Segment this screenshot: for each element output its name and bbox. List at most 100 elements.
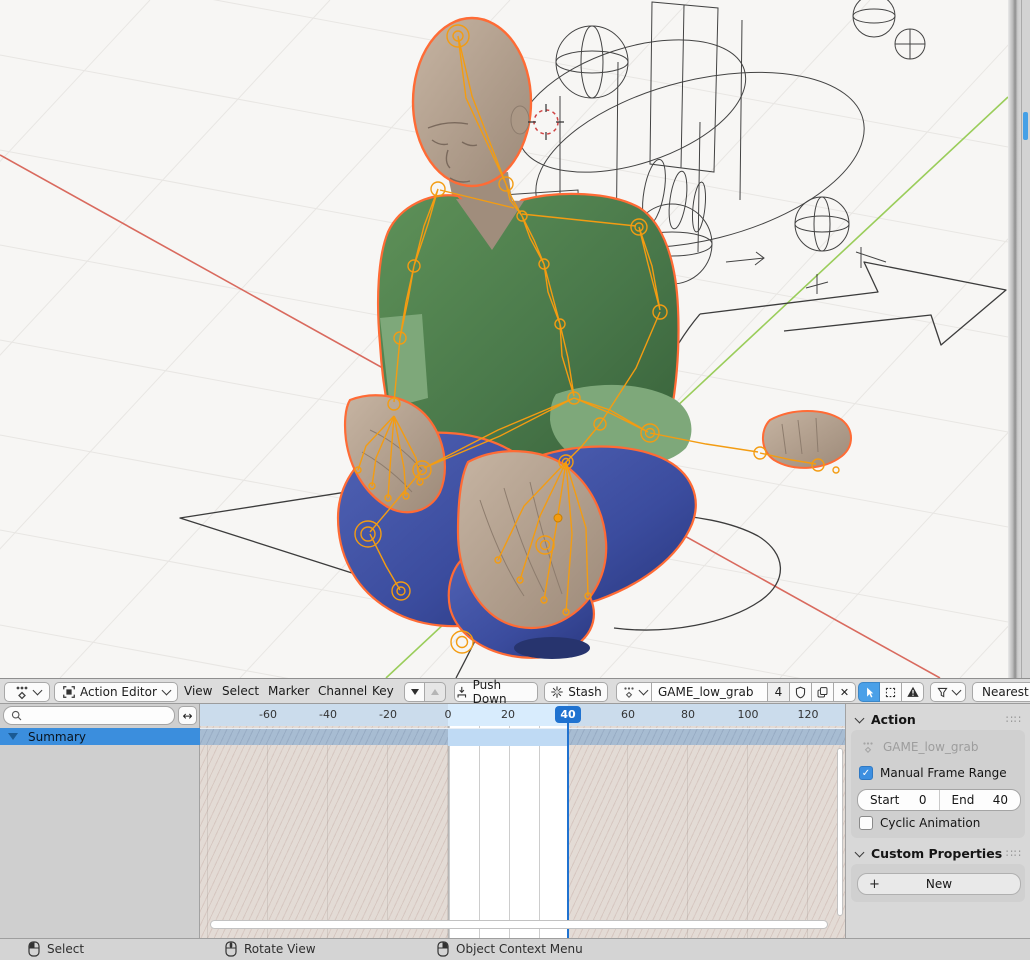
push-down-label: Push Down xyxy=(473,678,537,706)
custom-properties-body: + New xyxy=(851,864,1025,902)
mouse-left-icon xyxy=(28,941,40,957)
push-down-icon xyxy=(455,685,469,699)
action-name-value: GAME_low_grab xyxy=(658,685,753,699)
chevron-down-icon xyxy=(162,686,172,696)
show-errors-filter-button[interactable] xyxy=(902,682,924,702)
summary-channel-row[interactable]: Summary xyxy=(0,728,200,745)
menu-key[interactable]: Key xyxy=(372,684,394,698)
vertical-scrollbar[interactable] xyxy=(837,748,843,916)
check-icon: ✓ xyxy=(862,768,870,779)
x-icon: ✕ xyxy=(840,686,849,699)
menu-channel[interactable]: Channel xyxy=(318,684,367,698)
character-mesh[interactable] xyxy=(338,18,851,659)
statusbar-rotate-hint: Rotate View xyxy=(225,941,316,957)
linked-action-name: GAME_low_grab xyxy=(883,740,978,754)
mode-dropdown-label: Action Editor xyxy=(80,685,159,699)
snap-dropdown[interactable]: Nearest F xyxy=(972,682,1030,702)
manual-frame-range-checkbox[interactable]: ✓ xyxy=(859,766,873,780)
funnel-icon xyxy=(936,686,949,699)
new-property-button[interactable]: + New xyxy=(857,873,1021,895)
mouse-middle-icon xyxy=(225,941,237,957)
show-hidden-filter-button[interactable] xyxy=(880,682,902,702)
chevron-down-icon xyxy=(638,686,648,696)
timeline-ruler[interactable]: -60 -40 -20 0 20 40 60 80 100 120 xyxy=(200,704,845,726)
custom-properties-title: Custom Properties xyxy=(871,846,1002,861)
action-panel-body: GAME_low_grab ✓ Manual Frame Range Start… xyxy=(851,730,1025,838)
playhead-frame-badge[interactable]: 40 xyxy=(555,706,581,723)
manual-frame-range-label: Manual Frame Range xyxy=(880,766,1007,780)
filter-dropdown-button[interactable] xyxy=(930,682,966,702)
cyclic-animation-label: Cyclic Animation xyxy=(880,816,980,830)
statusbar-context-menu-hint: Object Context Menu xyxy=(437,941,583,957)
custom-properties-panel-header[interactable]: Custom Properties xyxy=(856,846,1002,861)
cyclic-animation-checkbox[interactable] xyxy=(859,816,873,830)
dopesheet-keys-area[interactable]: -60 -40 -20 0 20 40 60 80 100 120 40 xyxy=(200,704,845,938)
status-bar: Select Rotate View Object Context Menu xyxy=(0,938,1030,960)
chevron-down-icon xyxy=(32,686,42,696)
ruler-tick: -20 xyxy=(379,708,397,721)
unlink-action-button[interactable]: ✕ xyxy=(834,682,856,702)
snap-label: Nearest F xyxy=(982,685,1030,699)
right-area-edge xyxy=(1021,0,1030,678)
fit-channels-button[interactable]: ↔ xyxy=(178,706,197,725)
start-frame-field[interactable]: Start 0 xyxy=(858,790,940,810)
copy-icon xyxy=(816,686,829,699)
ruler-tick: 60 xyxy=(621,708,635,721)
push-down-button[interactable]: Push Down xyxy=(454,682,538,702)
stash-snowflake-icon xyxy=(550,685,564,699)
summary-channel-label: Summary xyxy=(28,730,86,744)
magnifier-icon xyxy=(10,709,23,722)
action-icon xyxy=(622,685,636,699)
frame-range-fields: Start 0 End 40 xyxy=(857,789,1021,811)
ruler-tick: 80 xyxy=(681,708,695,721)
action-icon xyxy=(861,740,875,754)
stash-button[interactable]: Stash xyxy=(544,682,608,702)
menu-select[interactable]: Select xyxy=(222,684,259,698)
horizontal-scrollbar[interactable] xyxy=(210,920,828,929)
ruler-tick: 120 xyxy=(798,708,819,721)
3d-cursor-icon xyxy=(528,104,564,140)
new-action-button[interactable] xyxy=(812,682,834,702)
chevron-down-icon xyxy=(855,713,865,723)
chevron-down-icon xyxy=(855,847,865,857)
menu-view[interactable]: View xyxy=(184,684,212,698)
dopesheet-header: Action Editor View Select Marker Channel… xyxy=(0,678,1030,704)
frame-corners-icon xyxy=(884,686,897,699)
channel-region: ↔ Summary xyxy=(0,704,200,938)
right-area-scrollbar[interactable] xyxy=(1023,112,1028,140)
viewport-3d[interactable] xyxy=(0,0,1008,678)
action-editor-icon xyxy=(62,685,76,699)
action-datablock-selector: GAME_low_grab 4 ✕ xyxy=(616,682,856,702)
plus-icon: + xyxy=(869,877,880,892)
grip-dots-icon[interactable]: ∷∷ xyxy=(1006,713,1022,726)
action-browse-button[interactable] xyxy=(616,682,652,702)
ruler-tick: 100 xyxy=(738,708,759,721)
ruler-tick: 0 xyxy=(445,708,452,721)
stash-label: Stash xyxy=(568,685,602,699)
ruler-tick: -40 xyxy=(319,708,337,721)
mode-dropdown[interactable]: Action Editor xyxy=(54,682,178,702)
channel-search-input[interactable] xyxy=(3,706,175,725)
summary-keys-strip[interactable] xyxy=(200,728,845,745)
ruler-tick: -60 xyxy=(259,708,277,721)
triangle-up-icon xyxy=(431,689,439,695)
fake-user-button[interactable] xyxy=(790,682,812,702)
menu-marker[interactable]: Marker xyxy=(268,684,309,698)
triangle-down-icon xyxy=(8,733,18,740)
end-frame-field[interactable]: End 40 xyxy=(940,790,1021,810)
grip-dots-icon[interactable]: ∷∷ xyxy=(1006,847,1022,860)
ruler-tick: 20 xyxy=(501,708,515,721)
area-divider[interactable] xyxy=(1008,0,1021,678)
paste-to-selected-button[interactable] xyxy=(425,682,446,702)
cursor-icon xyxy=(863,686,876,699)
action-users-count[interactable]: 4 xyxy=(768,682,790,702)
triangle-down-icon xyxy=(411,689,419,695)
copy-from-active-button[interactable] xyxy=(404,682,425,702)
only-selected-filter-button[interactable] xyxy=(858,682,880,702)
action-panel-header[interactable]: Action xyxy=(856,712,916,727)
manual-frame-range-row: ✓ Manual Frame Range xyxy=(859,766,1007,780)
action-name-field[interactable]: GAME_low_grab xyxy=(652,682,768,702)
playhead-line[interactable] xyxy=(567,722,569,938)
editor-type-button[interactable] xyxy=(4,682,50,702)
dopesheet-editor-icon xyxy=(14,684,30,700)
